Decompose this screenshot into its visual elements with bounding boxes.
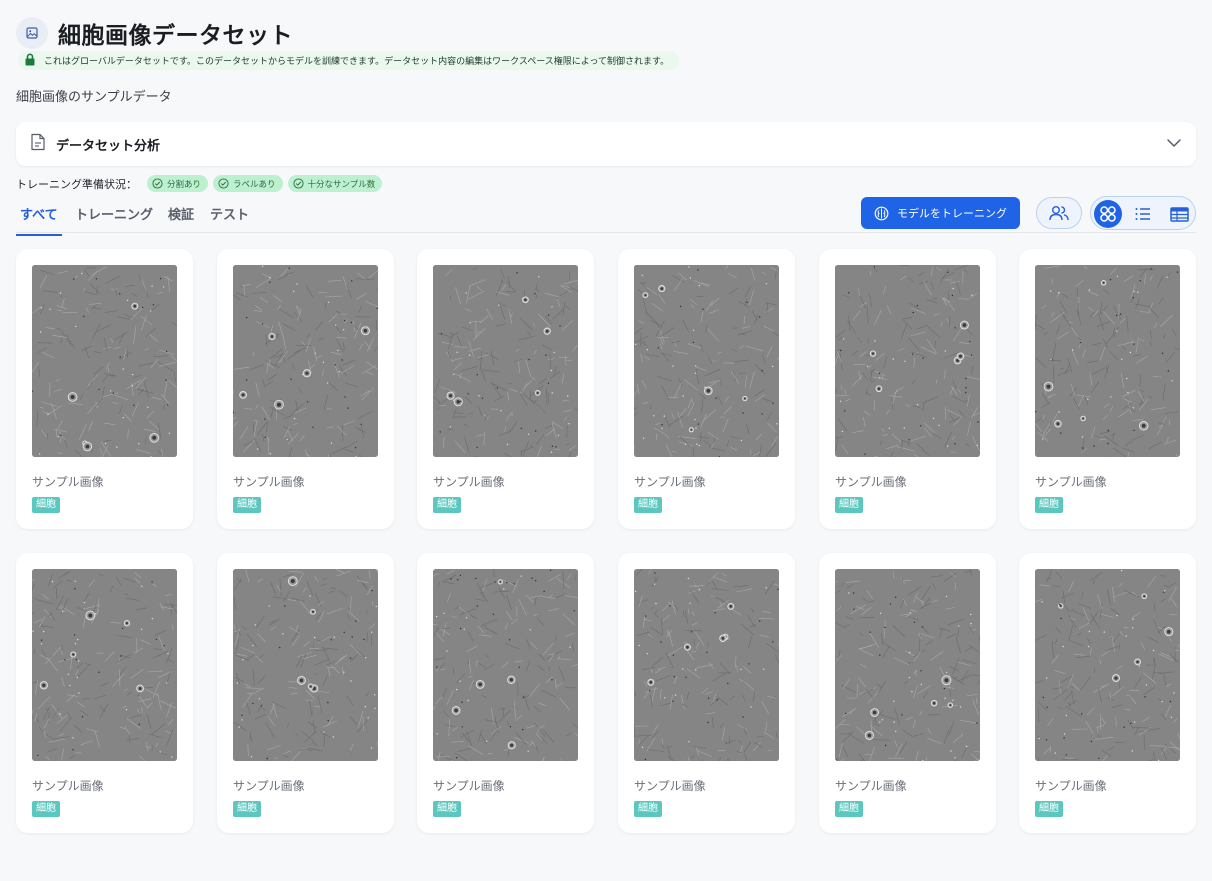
sample-label: サンプル画像 xyxy=(433,779,505,793)
tab-all[interactable]: すべて xyxy=(16,204,62,236)
class-tag: 細胞 xyxy=(835,801,863,817)
sample-label: サンプル画像 xyxy=(233,779,305,793)
tab-training[interactable]: トレーニング xyxy=(75,204,153,234)
cell-image-thumbnail[interactable] xyxy=(835,569,980,761)
brain-icon xyxy=(874,206,889,220)
document-icon xyxy=(30,133,46,155)
table-icon xyxy=(1169,206,1189,222)
readiness-badge-label: 分割あり xyxy=(167,179,202,190)
class-tag: 細胞 xyxy=(233,801,261,817)
training-readiness: トレーニング準備状況： 分割あり ラベルあり 十分なサンプル数 xyxy=(16,175,383,192)
class-tag: 細胞 xyxy=(32,801,60,817)
page-title: 細胞画像データセット xyxy=(58,23,293,49)
sample-card[interactable]: サンプル画像 細胞 xyxy=(618,553,795,833)
sample-label: サンプル画像 xyxy=(634,475,706,489)
cell-image-thumbnail[interactable] xyxy=(634,265,779,457)
grid-icon xyxy=(1100,206,1116,222)
check-circle-icon xyxy=(218,178,229,189)
sample-card[interactable]: サンプル画像 細胞 xyxy=(417,553,594,833)
sample-card[interactable]: サンプル画像 細胞 xyxy=(819,249,996,529)
image-icon xyxy=(16,17,48,49)
class-tag: 細胞 xyxy=(233,497,261,513)
sample-label: サンプル画像 xyxy=(835,779,907,793)
train-model-button[interactable]: モデルをトレーニング xyxy=(861,197,1020,229)
sample-card[interactable]: サンプル画像 細胞 xyxy=(819,553,996,833)
cell-image-thumbnail[interactable] xyxy=(233,569,378,761)
class-tag: 細胞 xyxy=(835,497,863,513)
sample-card[interactable]: サンプル画像 細胞 xyxy=(217,553,394,833)
readiness-badge-label: 十分なサンプル数 xyxy=(307,179,376,190)
cell-image-thumbnail[interactable] xyxy=(835,265,980,457)
analysis-title: データセット分析 xyxy=(56,138,161,154)
class-tag: 細胞 xyxy=(634,497,662,513)
cell-image-thumbnail[interactable] xyxy=(233,265,378,457)
list-view-option[interactable] xyxy=(1129,200,1157,228)
readiness-badge: 十分なサンプル数 xyxy=(287,175,383,192)
sample-label: サンプル画像 xyxy=(233,475,305,489)
class-tag: 細胞 xyxy=(1035,801,1063,817)
sample-label: サンプル画像 xyxy=(1035,779,1107,793)
cell-image-thumbnail[interactable] xyxy=(32,569,177,761)
dataset-page: 細胞画像データセット これはグローバルデータセットです。このデータセットからモデ… xyxy=(0,0,1212,881)
dataset-description: 細胞画像のサンプルデータ xyxy=(16,90,172,105)
sample-label: サンプル画像 xyxy=(634,779,706,793)
sample-card[interactable]: サンプル画像 細胞 xyxy=(1019,553,1196,833)
check-circle-icon xyxy=(292,178,304,189)
grid-view-option[interactable] xyxy=(1094,200,1122,228)
readiness-badge-label: ラベルあり xyxy=(233,179,276,190)
check-circle-icon xyxy=(152,178,163,189)
cell-image-thumbnail[interactable] xyxy=(634,569,779,761)
view-mode-toggle xyxy=(1090,196,1196,230)
cell-image-thumbnail[interactable] xyxy=(433,265,578,457)
sample-card[interactable]: サンプル画像 細胞 xyxy=(417,249,594,529)
readiness-label: トレーニング準備状況： xyxy=(16,177,137,191)
cell-image-thumbnail[interactable] xyxy=(32,265,177,457)
class-tag: 細胞 xyxy=(1035,497,1063,513)
lock-icon xyxy=(24,51,36,70)
title-row: 細胞画像データセット xyxy=(16,16,293,50)
train-model-label: モデルをトレーニング xyxy=(897,207,1007,220)
dataset-members-button[interactable] xyxy=(1036,197,1082,229)
table-view-option[interactable] xyxy=(1165,200,1193,228)
class-tag: 細胞 xyxy=(433,801,461,817)
readiness-badge: ラベルあり xyxy=(213,175,283,192)
sample-card[interactable]: サンプル画像 細胞 xyxy=(16,553,193,833)
class-tag: 細胞 xyxy=(32,497,60,513)
chevron-down-icon[interactable] xyxy=(1166,135,1182,155)
sample-label: サンプル画像 xyxy=(32,475,104,489)
sample-label: サンプル画像 xyxy=(433,475,505,489)
class-tag: 細胞 xyxy=(433,497,461,513)
sample-label: サンプル画像 xyxy=(1035,475,1107,489)
users-icon xyxy=(1049,206,1069,221)
cell-image-thumbnail[interactable] xyxy=(433,569,578,761)
cell-image-thumbnail[interactable] xyxy=(1035,265,1180,457)
readiness-badge: 分割あり xyxy=(147,175,209,192)
global-dataset-notice: これはグローバルデータセットです。このデータセットからモデルを訓練できます。デー… xyxy=(18,51,680,70)
cell-image-thumbnail[interactable] xyxy=(1035,569,1180,761)
sample-card[interactable]: サンプル画像 細胞 xyxy=(16,249,193,529)
tab-validation[interactable]: 検証 xyxy=(168,204,194,234)
sample-label: サンプル画像 xyxy=(835,475,907,489)
tab-test[interactable]: テスト xyxy=(210,204,249,234)
sample-label: サンプル画像 xyxy=(32,779,104,793)
dataset-analysis-panel[interactable]: データセット分析 xyxy=(16,122,1196,166)
notice-text: これはグローバルデータセットです。このデータセットからモデルを訓練できます。デー… xyxy=(44,57,670,67)
sample-card[interactable]: サンプル画像 細胞 xyxy=(217,249,394,529)
list-icon xyxy=(1135,208,1150,220)
sample-card[interactable]: サンプル画像 細胞 xyxy=(1019,249,1196,529)
sample-card[interactable]: サンプル画像 細胞 xyxy=(618,249,795,529)
class-tag: 細胞 xyxy=(634,801,662,817)
